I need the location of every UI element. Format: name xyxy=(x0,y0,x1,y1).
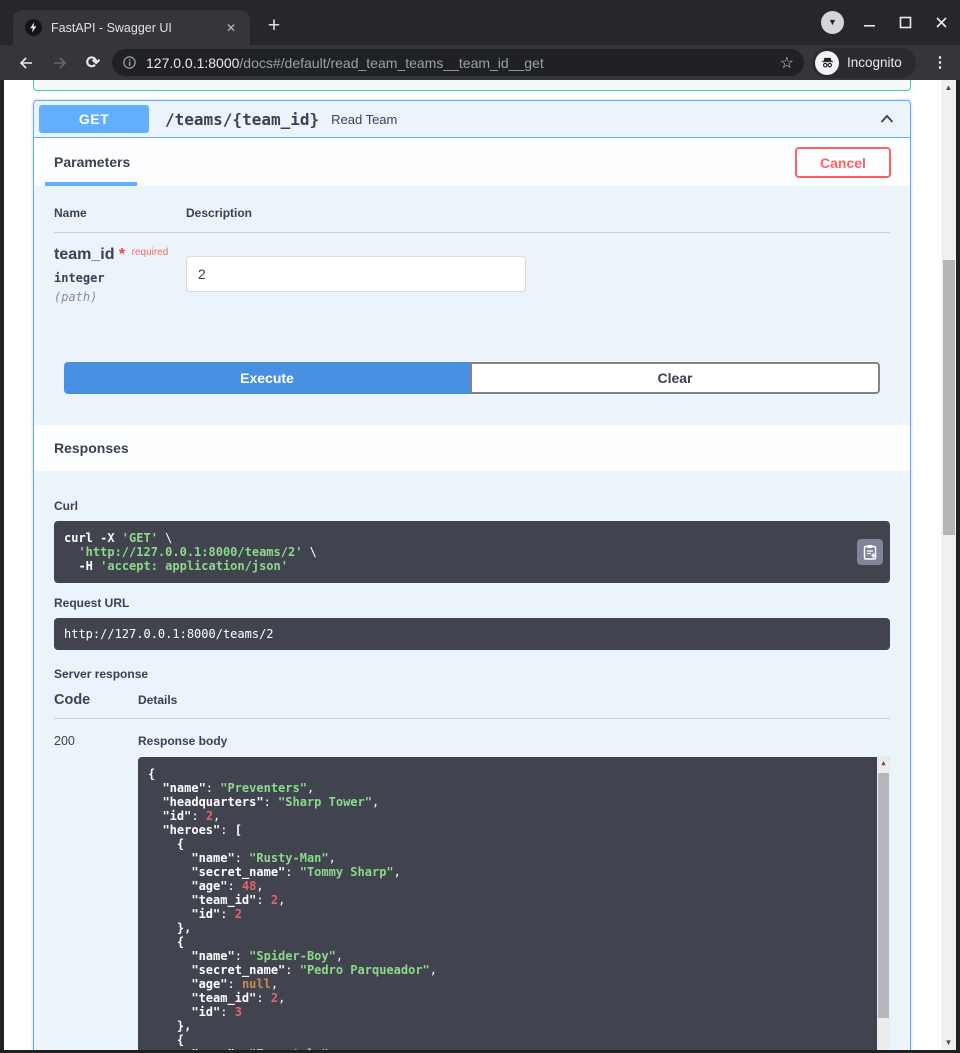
description-column-header: Description xyxy=(186,206,252,220)
forward-icon xyxy=(51,54,69,72)
back-icon xyxy=(17,54,35,72)
response-body-scrollbar[interactable]: ▲ xyxy=(877,757,890,1050)
parameters-tab[interactable]: Parameters xyxy=(54,154,130,170)
address-bar[interactable]: 127.0.0.1:8000/docs#/default/read_team_t… xyxy=(112,49,804,76)
name-column-header: Name xyxy=(54,206,186,220)
parameters-table: Name Description team_id * required inte… xyxy=(34,186,910,304)
parameter-description-cell xyxy=(186,246,526,304)
parameter-row: team_id * required integer (path) xyxy=(54,233,890,304)
active-tab-underline xyxy=(45,182,137,186)
responses-content: Curl curl -X 'GET' \ 'http://127.0.0.1:8… xyxy=(34,471,910,1050)
response-table-header: Code Details xyxy=(54,692,890,719)
request-url-block: http://127.0.0.1:8000/teams/2 xyxy=(54,618,890,650)
window-controls: ▼ xyxy=(821,0,952,45)
bookmark-star-icon[interactable]: ☆ xyxy=(780,53,794,73)
request-url-text: http://127.0.0.1:8000/teams/2 xyxy=(64,627,880,641)
forward-button[interactable] xyxy=(45,48,75,78)
chevron-up-icon xyxy=(877,109,897,129)
endpoint-path: /teams/{team_id} xyxy=(165,110,319,129)
code-column-header: Code xyxy=(54,692,138,708)
page-scrollbar-thumb[interactable] xyxy=(943,260,955,535)
cancel-button[interactable]: Cancel xyxy=(795,147,891,178)
parameters-table-header: Name Description xyxy=(54,206,890,233)
parameter-location: (path) xyxy=(54,290,186,304)
opblock-summary[interactable]: GET /teams/{team_id} Read Team xyxy=(34,101,910,138)
previous-opblock-partial xyxy=(33,80,911,91)
tab-close-icon[interactable]: ✕ xyxy=(222,19,240,37)
curl-command-block: curl -X 'GET' \ 'http://127.0.0.1:8000/t… xyxy=(54,521,890,583)
back-button[interactable] xyxy=(11,48,41,78)
parameters-header: Parameters Cancel xyxy=(34,138,910,186)
url-text: 127.0.0.1:8000/docs#/default/read_team_t… xyxy=(146,55,774,71)
reload-button[interactable]: ⟳ xyxy=(78,48,108,78)
server-response-table: Code Details 200 Response body { "name":… xyxy=(54,692,890,1050)
execute-button[interactable]: Execute xyxy=(64,362,470,394)
response-details-cell: Response body { "name": "Preventers", "h… xyxy=(138,734,890,1050)
fastapi-favicon xyxy=(25,19,42,36)
page-scrollbar[interactable]: ▲ ▼ xyxy=(941,80,956,1050)
copy-to-clipboard-button[interactable] xyxy=(857,539,883,565)
page-content: GET /teams/{team_id} Read Team Parameter… xyxy=(4,80,956,1050)
method-badge: GET xyxy=(39,105,149,133)
reload-icon: ⟳ xyxy=(86,53,100,73)
url-path: /docs#/default/read_team_teams__team_id_… xyxy=(239,55,543,71)
response-body-block: { "name": "Preventers", "headquarters": … xyxy=(138,757,890,1050)
browser-tab[interactable]: FastAPI - Swagger UI ✕ xyxy=(13,10,250,45)
required-asterisk: * xyxy=(119,246,125,263)
new-tab-button[interactable]: + xyxy=(260,13,288,41)
response-body-json: { "name": "Preventers", "headquarters": … xyxy=(148,767,870,1050)
maximize-button[interactable] xyxy=(894,12,916,34)
caret-down-icon: ▼ xyxy=(828,18,837,27)
minimize-button[interactable] xyxy=(858,12,880,34)
lightning-bolt-icon xyxy=(28,22,39,33)
incognito-label: Incognito xyxy=(847,55,902,70)
clipboard-copy-icon xyxy=(863,544,877,560)
team-id-input[interactable] xyxy=(186,256,526,292)
request-url-label: Request URL xyxy=(54,596,890,610)
curl-label: Curl xyxy=(54,499,890,513)
tab-title: FastAPI - Swagger UI xyxy=(51,21,222,35)
page-scroll-down-icon[interactable]: ▼ xyxy=(941,1038,956,1047)
browser-status-caret-button[interactable]: ▼ xyxy=(821,11,844,34)
server-response-label: Server response xyxy=(54,667,890,681)
page-scroll-up-icon[interactable]: ▲ xyxy=(941,83,956,92)
response-row: 200 Response body { "name": "Preventers"… xyxy=(54,719,890,1050)
responses-title: Responses xyxy=(54,440,129,456)
opblock-get-teams: GET /teams/{team_id} Read Team Parameter… xyxy=(33,100,911,1050)
page-info-icon[interactable] xyxy=(122,55,137,70)
parameter-type: integer xyxy=(54,271,186,285)
details-column-header: Details xyxy=(138,693,177,707)
required-label: required xyxy=(132,247,169,258)
scroll-up-arrow-icon[interactable]: ▲ xyxy=(877,759,890,767)
execute-wrapper: Execute Clear xyxy=(64,362,880,394)
endpoint-summary: Read Team xyxy=(331,112,397,127)
status-code: 200 xyxy=(54,734,138,1050)
titlebar: FastAPI - Swagger UI ✕ + ▼ xyxy=(0,0,960,45)
browser-window: FastAPI - Swagger UI ✕ + ▼ ⟳ xyxy=(0,0,960,1053)
responses-header: Responses xyxy=(34,425,910,471)
url-domain: 127.0.0.1:8000 xyxy=(146,55,239,71)
browser-menu-button[interactable]: ⋮ xyxy=(926,48,954,76)
maximize-icon xyxy=(899,16,912,29)
response-scrollbar-thumb[interactable] xyxy=(878,773,889,1018)
response-body-label: Response body xyxy=(138,734,890,748)
collapse-button[interactable] xyxy=(877,109,897,129)
parameter-name-cell: team_id * required integer (path) xyxy=(54,246,186,304)
browser-toolbar: ⟳ 127.0.0.1:8000/docs#/default/read_team… xyxy=(0,45,960,80)
incognito-badge: Incognito xyxy=(812,48,916,78)
minimize-icon xyxy=(863,16,876,29)
close-icon xyxy=(935,16,948,29)
close-window-button[interactable] xyxy=(930,12,952,34)
incognito-icon xyxy=(815,51,839,75)
clear-button[interactable]: Clear xyxy=(470,362,880,394)
curl-command-text: curl -X 'GET' \ 'http://127.0.0.1:8000/t… xyxy=(64,531,880,573)
parameter-name: team_id xyxy=(54,246,114,263)
